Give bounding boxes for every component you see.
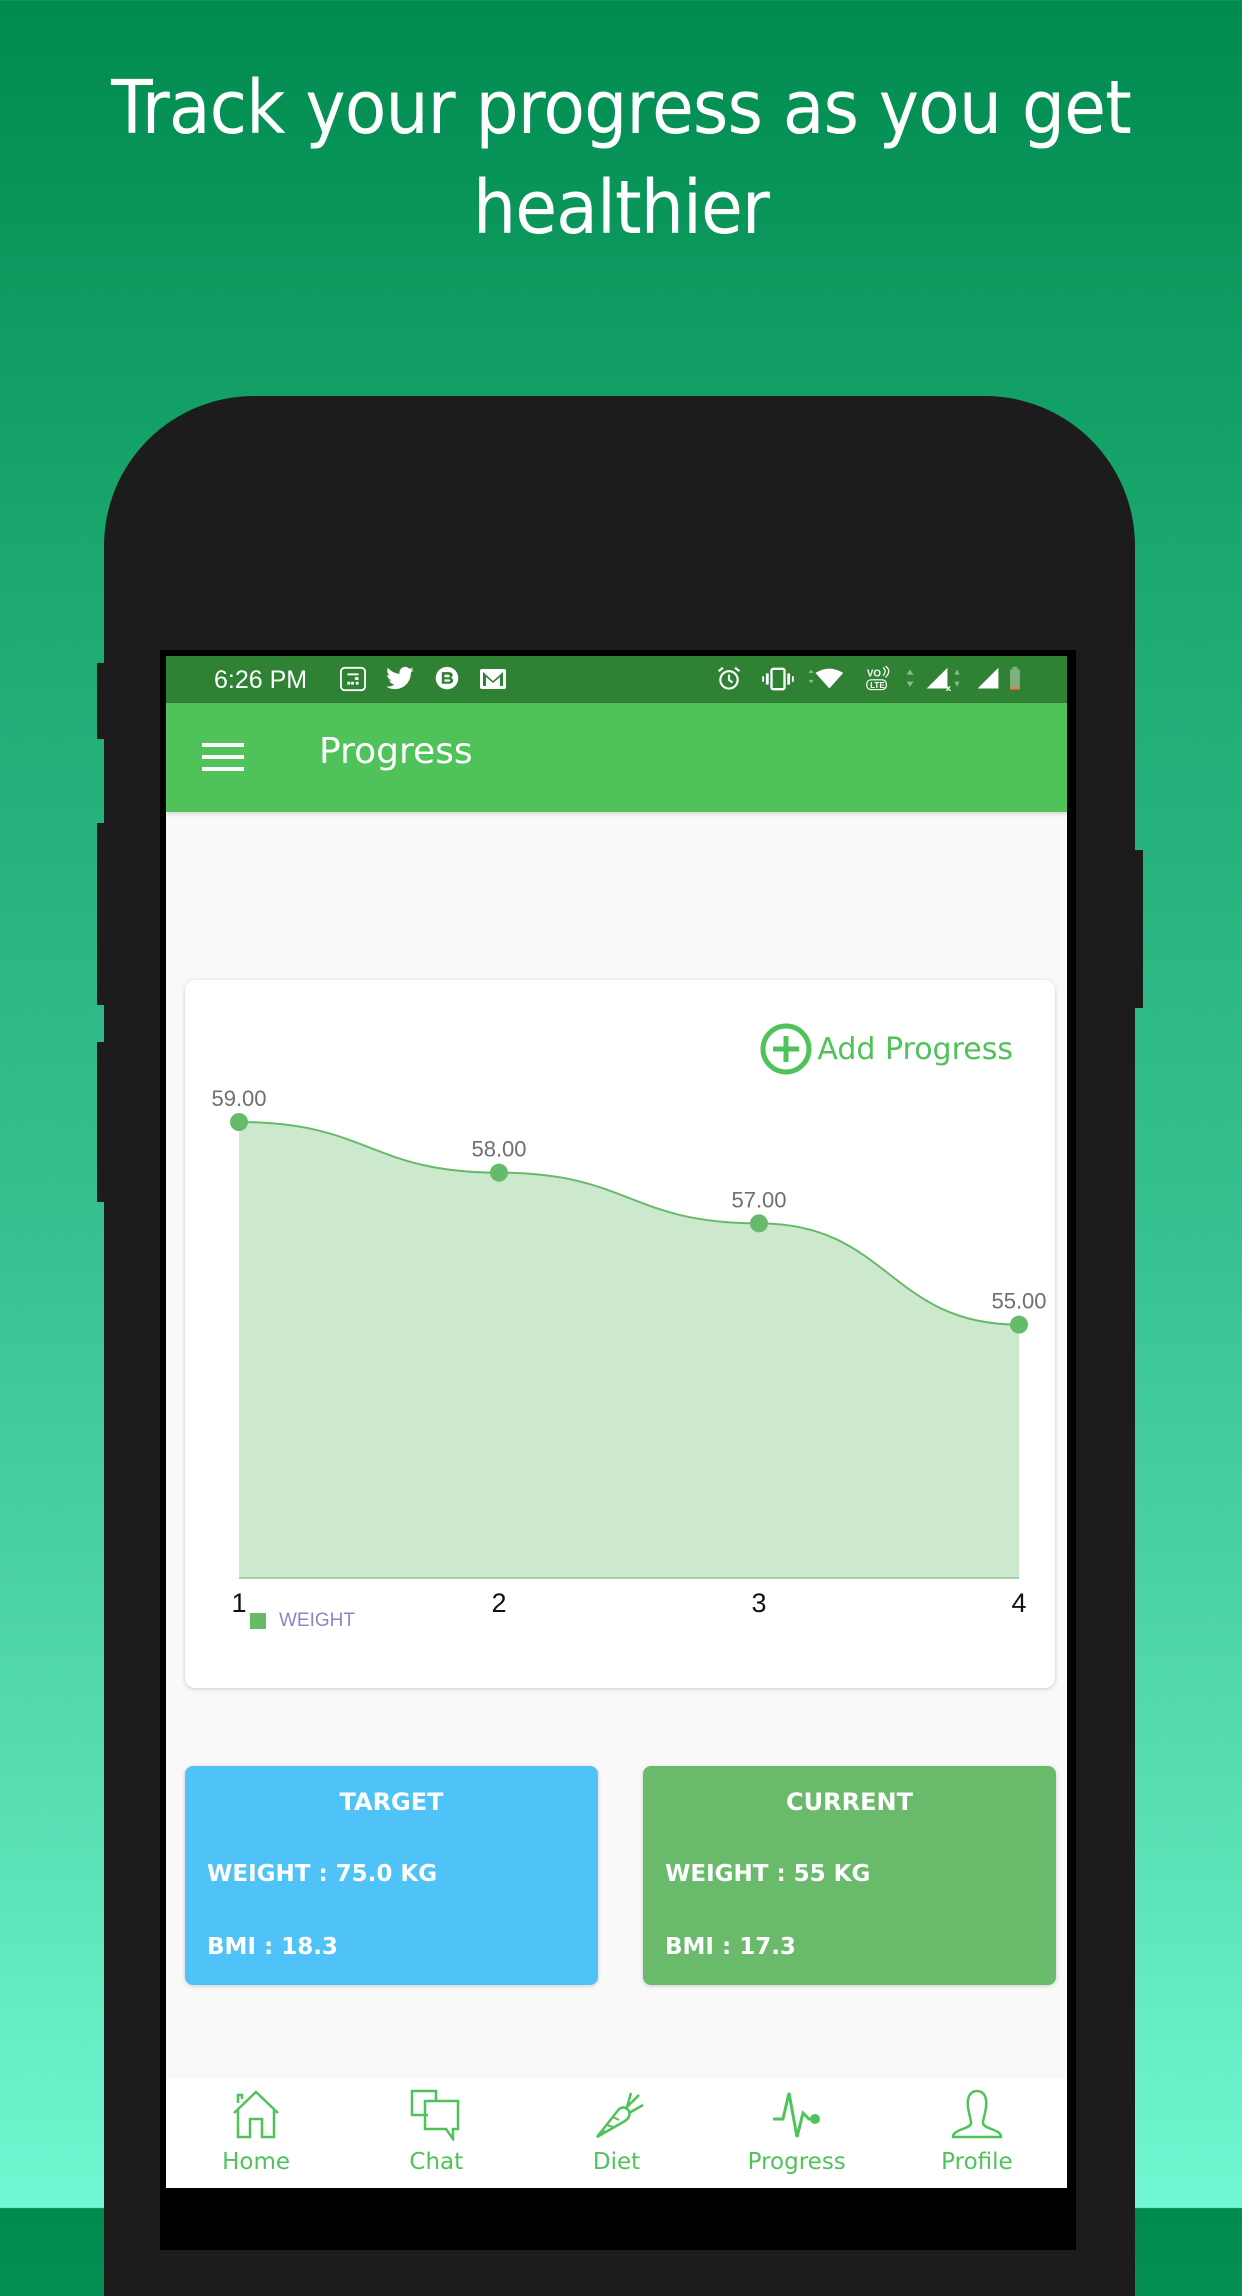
x-tick-label: 3 — [751, 1588, 766, 1618]
svg-text:VO: VO — [867, 669, 882, 680]
gmail-icon — [480, 669, 506, 689]
chart-legend: WEIGHT — [250, 1610, 355, 1632]
target-weight: WEIGHT : 75.0 KG — [207, 1861, 438, 1887]
home-icon — [233, 2090, 279, 2139]
twitter-icon — [386, 666, 414, 690]
weight-area-chart: 59.00 1 58.00 2 57.00 3 55.00 4 — [211, 1086, 1046, 1618]
nav-item-progress[interactable]: Progress — [707, 2079, 887, 2188]
current-card: CURRENT WEIGHT : 55 KG BMI : 17.3 — [643, 1766, 1056, 1985]
nav-item-diet[interactable]: Diet — [526, 2079, 706, 2188]
x-tick-label: 1 — [231, 1588, 246, 1618]
data-label: 55.00 — [991, 1289, 1046, 1314]
promo-headline: Track your progress as you get healthier — [50, 58, 1193, 258]
target-bmi: BMI : 18.3 — [207, 1934, 338, 1960]
pulse-icon — [772, 2092, 820, 2138]
data-point[interactable] — [230, 1113, 248, 1131]
bottom-navigation: Home Chat Diet Progress Profile — [166, 2079, 1067, 2188]
data-arrows-icon — [906, 669, 914, 687]
chat-icon — [411, 2089, 460, 2141]
current-title: CURRENT — [786, 1788, 913, 1816]
phone-side-button-2 — [97, 823, 105, 1005]
signal-x-icon: x — [926, 667, 960, 692]
nav-label-chat: Chat — [409, 2149, 464, 2175]
data-point[interactable] — [750, 1214, 768, 1233]
phone-side-button-3 — [97, 1042, 105, 1202]
current-weight: WEIGHT : 55 KG — [665, 1861, 871, 1887]
legend-swatch-weight — [250, 1613, 266, 1629]
headline-line-2: healthier — [472, 165, 770, 251]
signal-icon — [977, 667, 999, 689]
nav-label-profile: Profile — [941, 2149, 1013, 2175]
nav-label-diet: Diet — [592, 2149, 641, 2175]
vibrate-icon — [762, 667, 794, 691]
status-bar: 6:26 PM VO LTE x — [166, 656, 1067, 703]
b-circle-icon — [435, 666, 459, 690]
phone-side-button-right — [1134, 850, 1143, 1008]
nav-item-profile[interactable]: Profile — [887, 2079, 1067, 2188]
headline-line-1: Track your progress as you get — [111, 65, 1132, 151]
data-label: 58.00 — [471, 1137, 526, 1162]
app-bar: Progress — [166, 703, 1067, 812]
svg-text:x: x — [946, 683, 952, 692]
calendar-icon — [340, 666, 366, 692]
nav-item-home[interactable]: Home — [166, 2079, 346, 2188]
target-title: TARGET — [339, 1788, 444, 1816]
nav-label-home: Home — [222, 2149, 291, 2175]
profile-icon — [951, 2089, 1003, 2139]
alarm-icon — [717, 666, 741, 690]
nav-label-progress: Progress — [747, 2149, 846, 2175]
x-tick-label: 4 — [1011, 1588, 1026, 1618]
x-tick-label: 2 — [491, 1588, 506, 1618]
phone-side-button-1 — [97, 663, 105, 739]
area-fill-weight — [239, 1122, 1019, 1578]
hamburger-menu-icon[interactable] — [202, 743, 244, 771]
page-title: Progress — [319, 731, 473, 772]
progress-chart-card: Add Progress 59.00 1 58.00 2 57.00 3 55.00 4 WE… — [185, 980, 1055, 1688]
current-bmi: BMI : 17.3 — [665, 1934, 796, 1960]
status-time: 6:26 PM — [214, 666, 308, 694]
data-label: 59.00 — [211, 1086, 266, 1111]
svg-text:LTE: LTE — [870, 681, 885, 690]
data-point[interactable] — [490, 1163, 508, 1182]
target-card: TARGET WEIGHT : 75.0 KG BMI : 18.3 — [185, 1766, 598, 1985]
wifi-icon — [808, 668, 844, 689]
battery-low-icon — [1010, 666, 1020, 690]
volte-icon: VO LTE — [866, 666, 890, 691]
legend-label-weight: WEIGHT — [279, 1610, 355, 1631]
carrot-icon — [595, 2092, 644, 2139]
app-screen: 6:26 PM VO LTE x Progress Add Progress 5… — [166, 656, 1067, 2188]
nav-item-chat[interactable]: Chat — [346, 2079, 526, 2188]
data-point[interactable] — [1010, 1315, 1028, 1334]
data-label: 57.00 — [731, 1187, 786, 1212]
